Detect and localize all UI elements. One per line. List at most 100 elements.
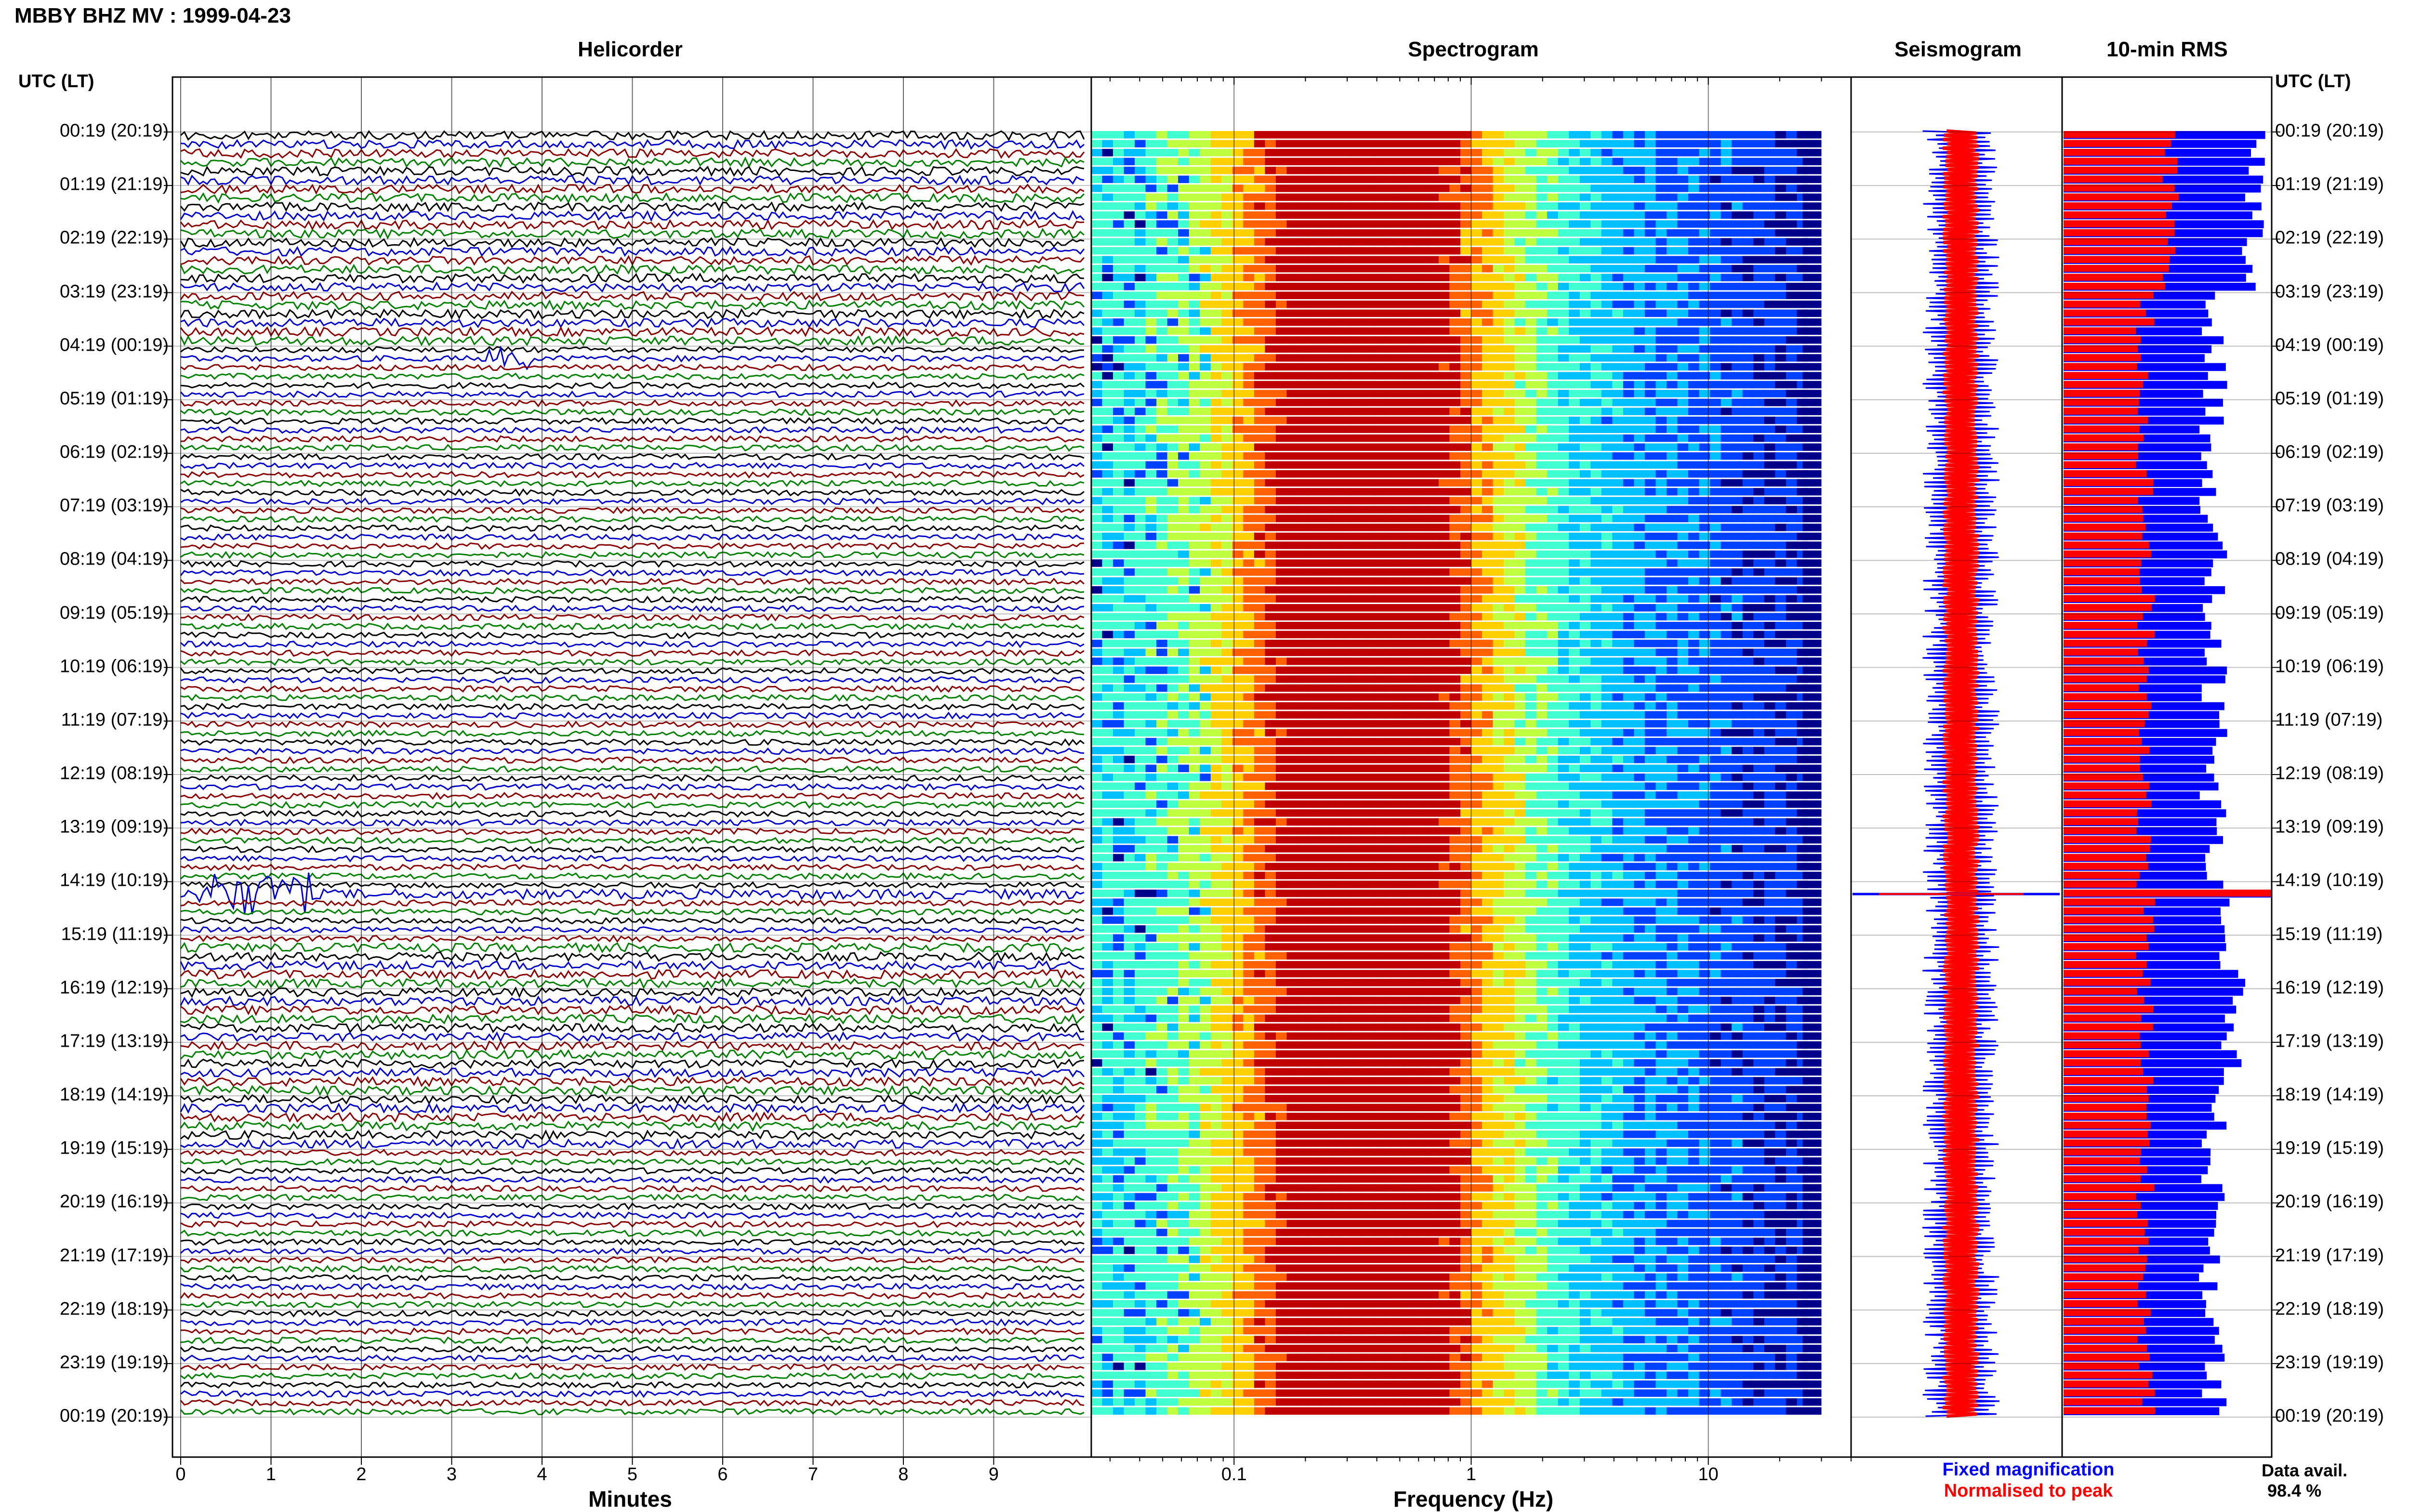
spectrogram-cell (1221, 532, 1233, 540)
spectrogram-cell (1286, 541, 1298, 549)
spectrogram-cell (1645, 702, 1656, 710)
spectrogram-cell (1775, 408, 1787, 415)
spectrogram-cell (1601, 193, 1613, 201)
spectrogram-cell (1579, 398, 1591, 407)
spectrogram-cell (1569, 604, 1580, 612)
spectrogram-cell (1145, 711, 1157, 719)
spectrogram-cell (1514, 301, 1526, 308)
spectrogram-cell (1775, 452, 1787, 460)
spectrogram-cell (1200, 363, 1211, 371)
spectrogram-cell (1330, 416, 1341, 424)
spectrogram-cell (1667, 309, 1678, 317)
spectrogram-cell (1124, 291, 1135, 299)
spectrogram-cell (1482, 220, 1494, 228)
spectrogram-cell (1471, 291, 1482, 299)
spectrogram-cell (1243, 737, 1255, 746)
spectrogram-cell (1428, 729, 1439, 736)
spectrogram-cell (1145, 622, 1157, 630)
spectrogram-cell (1536, 336, 1548, 344)
spectrogram-cell (1623, 158, 1634, 166)
spectrogram-cell (1276, 274, 1287, 281)
spectrogram-cell (1124, 381, 1135, 389)
spectrogram-cell (1428, 461, 1439, 469)
spectrogram-cell (1732, 729, 1743, 736)
spectrogram-cell (1200, 514, 1211, 523)
spectrogram-cell (1363, 220, 1374, 228)
spectrogram-cell (1742, 774, 1754, 781)
spectrogram-cell (1753, 345, 1765, 353)
spectrogram-cell (1677, 604, 1689, 612)
spectrogram-cell (1406, 737, 1417, 746)
spectrogram-cell (1428, 764, 1439, 772)
spectrogram-cell (1775, 372, 1787, 380)
spectrogram-cell (1449, 193, 1461, 201)
spectrogram-cell (1254, 363, 1265, 371)
spectrogram-cell (1493, 747, 1504, 754)
spectrogram-cell (1460, 256, 1472, 263)
spectrogram-cell (1667, 175, 1678, 184)
spectrogram-cell (1579, 470, 1591, 478)
spectrogram-cell (1753, 702, 1765, 710)
spectrogram-cell (1623, 345, 1634, 353)
spectrogram-cell (1590, 657, 1602, 665)
spectrogram-cell (1612, 229, 1624, 237)
spectrogram-cell (1406, 291, 1417, 299)
spectrogram-cell (1677, 506, 1689, 513)
spectrogram-cell (1189, 764, 1200, 772)
spectrogram-cell (1667, 461, 1678, 469)
spectrogram-cell (1091, 274, 1103, 281)
spectrogram-cell (1764, 550, 1775, 558)
spectrogram-cell (1221, 202, 1233, 210)
spectrogram-cell (1579, 532, 1591, 540)
spectrogram-cell (1113, 532, 1125, 540)
spectrogram-cell (1677, 398, 1689, 407)
spectrogram-cell (1286, 684, 1298, 692)
spectrogram-cell (1536, 514, 1548, 523)
spectrogram-cell (1373, 577, 1385, 585)
spectrogram-cell (1688, 158, 1700, 166)
spectrogram-cell (1156, 541, 1168, 549)
spectrogram-cell (1384, 524, 1396, 531)
spectrogram-cell (1210, 452, 1222, 460)
spectrogram-cell (1276, 488, 1287, 496)
spectrogram-cell (1135, 398, 1146, 407)
spectrogram-cell (1254, 372, 1265, 380)
spectrogram-cell (1265, 301, 1276, 308)
spectrogram-cell (1732, 202, 1743, 210)
spectrogram-cell (1416, 497, 1428, 505)
spectrogram-cell (1189, 541, 1200, 549)
spectrogram-cell (1308, 149, 1320, 157)
spectrogram-cell (1449, 229, 1461, 237)
spectrogram-cell (1319, 398, 1331, 407)
spectrogram-cell (1145, 247, 1157, 255)
spectrogram-cell (1286, 747, 1298, 754)
spectrogram-cell (1623, 568, 1634, 576)
spectrogram-cell (1753, 452, 1765, 460)
spectrogram-cell (1601, 479, 1613, 487)
spectrogram-cell (1167, 184, 1178, 192)
spectrogram-cell (1428, 737, 1439, 746)
spectrogram-cell (1802, 381, 1822, 389)
spectrogram-cell (1536, 425, 1548, 433)
spectrogram-cell (1536, 238, 1548, 246)
spectrogram-cell (1753, 184, 1765, 192)
spectrogram-cell (1113, 541, 1125, 549)
spectrogram-cell (1786, 479, 1797, 487)
spectrogram-cell (1373, 345, 1385, 353)
spectrogram-cell (1286, 247, 1298, 255)
spectrogram-cell (1124, 452, 1135, 460)
spectrogram-cell (1504, 595, 1515, 603)
spectrogram-cell (1124, 568, 1135, 576)
spectrogram-cell (1276, 541, 1287, 549)
spectrogram-cell (1406, 693, 1417, 701)
spectrogram-cell (1156, 622, 1168, 630)
spectrogram-cell (1802, 167, 1822, 174)
spectrogram-cell (1569, 327, 1580, 335)
spectrogram-cell (1612, 684, 1624, 692)
spectrogram-cell (1276, 497, 1287, 505)
spectrogram-cell (1525, 684, 1537, 692)
spectrogram-cell (1645, 309, 1656, 317)
spectrogram-cell (1341, 229, 1352, 237)
spectrogram-cell (1145, 390, 1157, 397)
spectrogram-cell (1634, 416, 1645, 424)
